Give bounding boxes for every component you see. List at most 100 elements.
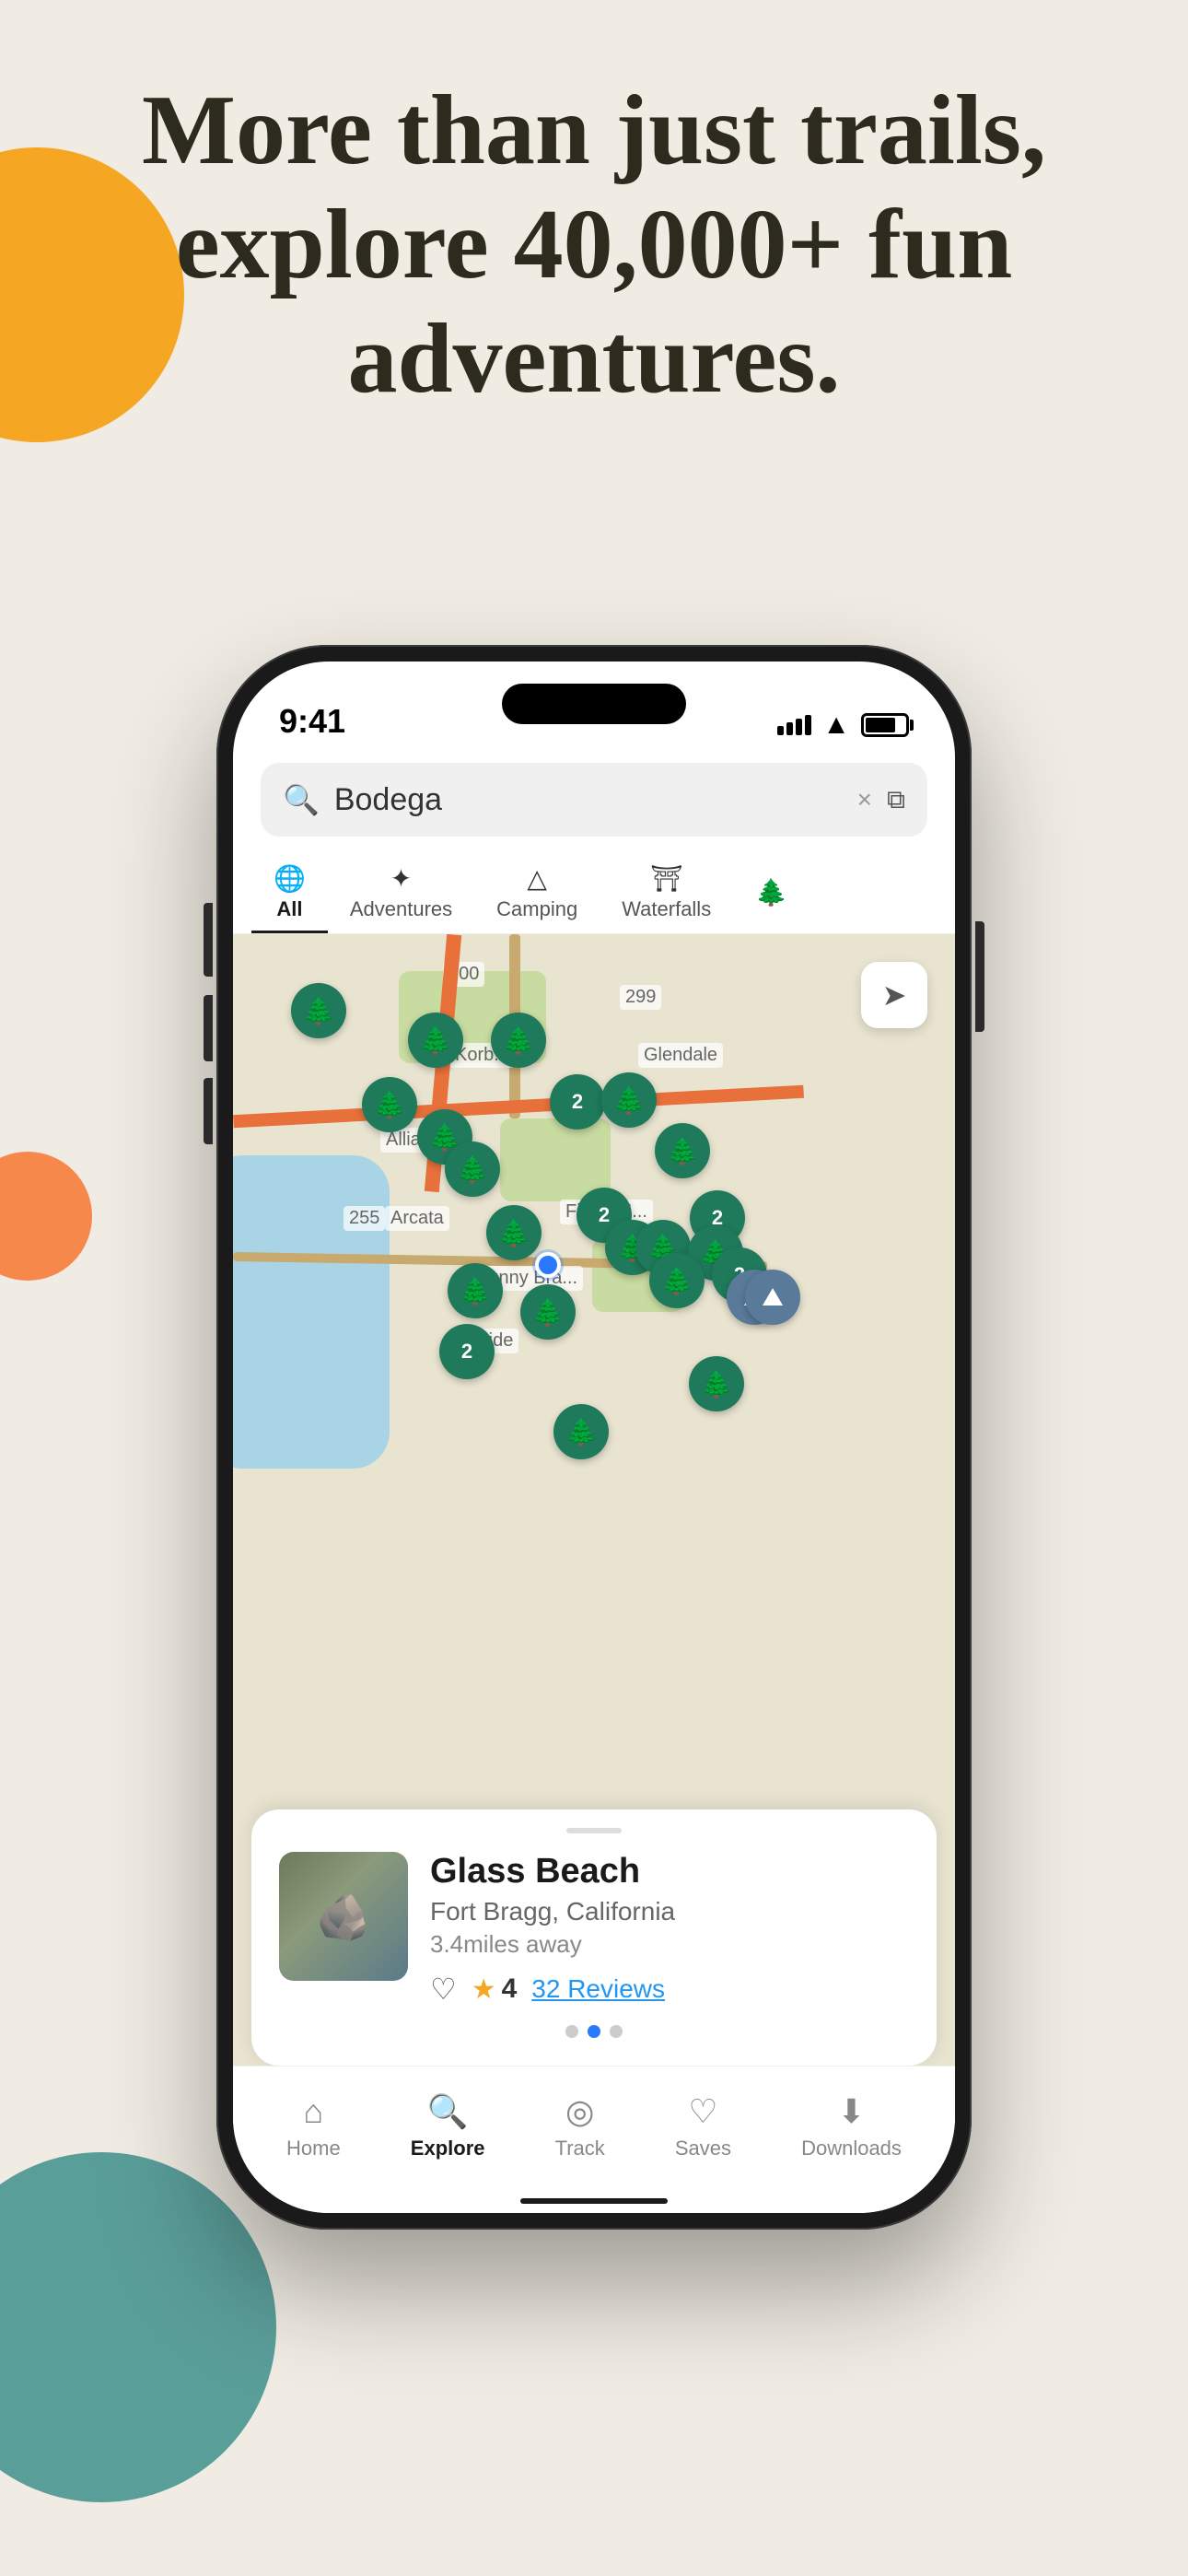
tab-adventures-icon: ✦ [390, 863, 412, 894]
silent-switch [204, 912, 213, 960]
drag-handle [566, 1828, 622, 1833]
bottom-navigation: ⌂ Home 🔍 Explore ◎ Track ♡ Saves ⬇ Do [233, 2066, 955, 2213]
location-icon: ➤ [882, 978, 907, 1013]
star-icon: ★ [472, 1973, 496, 2006]
status-icons: ▲ [777, 709, 909, 741]
status-time: 9:41 [279, 702, 345, 741]
home-icon: ⌂ [304, 2092, 324, 2131]
map-pin-8[interactable]: 🌲 [655, 1123, 710, 1178]
decorative-circle-orange-small [0, 1152, 92, 1281]
tab-camping[interactable]: △ Camping [474, 851, 600, 933]
user-location-dot [535, 1252, 561, 1278]
card-image-inner: 🪨 [279, 1852, 408, 1981]
trail-icon: 🌲 [701, 1369, 733, 1399]
card-rating: ♡ ★ 4 32 Reviews [430, 1972, 909, 2007]
tab-all-label: All [276, 897, 302, 921]
map-pin-7[interactable]: 🌲 [445, 1142, 500, 1197]
map-pin-3[interactable]: 🌲 [491, 1013, 546, 1068]
volume-up-button [204, 995, 213, 1061]
road-label-255: 255 [344, 1206, 385, 1231]
trail-icon: 🌲 [532, 1297, 565, 1328]
dynamic-island [502, 684, 686, 724]
trail-icon: 🌲 [613, 1085, 646, 1116]
tab-adventures[interactable]: ✦ Adventures [328, 851, 474, 933]
place-label-arcata: Arcata [385, 1206, 449, 1231]
map-pin-17[interactable]: 🌲 [553, 1404, 609, 1459]
wifi-icon: ▲ [822, 709, 850, 741]
signal-bar-2 [786, 722, 793, 735]
explore-icon: 🔍 [427, 2092, 469, 2131]
signal-bar-3 [796, 719, 802, 735]
hero-title: More than just trails, explore 40,000+ f… [55, 74, 1133, 417]
star-rating: ★ 4 [472, 1973, 518, 2006]
tab-adventures-label: Adventures [350, 897, 452, 921]
map-pin-16[interactable]: 🌲 [689, 1356, 744, 1411]
reviews-link[interactable]: 32 Reviews [531, 1974, 665, 2004]
location-button[interactable]: ➤ [861, 962, 927, 1028]
card-info: Glass Beach Fort Bragg, California 3.4mi… [430, 1852, 909, 2007]
signal-bar-4 [805, 715, 811, 735]
save-button[interactable]: ♡ [430, 1972, 457, 2007]
road-label-299: 299 [620, 985, 661, 1010]
nav-explore-label: Explore [411, 2137, 485, 2160]
trail-icon: 🌲 [661, 1266, 693, 1296]
trail-icon: 🌲 [303, 996, 335, 1026]
trail-icon: 🌲 [420, 1025, 452, 1056]
search-clear-button[interactable]: × [857, 785, 872, 814]
map-cluster-5[interactable]: 2 [439, 1324, 495, 1379]
pagination-dots [279, 2025, 909, 2038]
search-filter-button[interactable]: ⧉ [887, 785, 905, 815]
card-subtitle: Fort Bragg, California [430, 1897, 909, 1926]
map-pin-5[interactable]: 🌲 [601, 1072, 657, 1128]
nav-saves-label: Saves [675, 2137, 731, 2160]
battery-fill [866, 718, 895, 732]
hero-section: More than just trails, explore 40,000+ f… [0, 74, 1188, 417]
search-input[interactable]: Bodega [334, 782, 857, 818]
tab-all[interactable]: 🌐 All [251, 851, 328, 933]
map-pin-4[interactable]: 🌲 [362, 1077, 417, 1132]
nav-item-saves[interactable]: ♡ Saves [675, 2092, 731, 2160]
card-image: 🪨 [279, 1852, 408, 1981]
map-pin-2[interactable]: 🌲 [408, 1013, 463, 1068]
trail-icon: 🌲 [457, 1154, 489, 1185]
phone-frame: 9:41 ▲ 🔍 Bodega [216, 645, 972, 2230]
map-pin-15[interactable]: 🌲 [520, 1284, 576, 1340]
trail-icon: 🌲 [498, 1218, 530, 1248]
search-bar[interactable]: 🔍 Bodega × ⧉ [261, 763, 927, 837]
battery-icon [861, 713, 909, 737]
tab-scenic-icon: 🌲 [755, 877, 787, 907]
nav-track-label: Track [555, 2137, 605, 2160]
nav-item-explore[interactable]: 🔍 Explore [411, 2092, 485, 2160]
nav-downloads-label: Downloads [801, 2137, 902, 2160]
tab-camping-label: Camping [496, 897, 577, 921]
map-cluster-1[interactable]: 2 [550, 1074, 605, 1130]
place-card[interactable]: 🪨 Glass Beach Fort Bragg, California 3.4… [251, 1809, 937, 2066]
map-pin-mountain-2[interactable]: ⛰ [745, 1270, 800, 1325]
rating-number: 4 [502, 1973, 518, 2005]
track-icon: ◎ [565, 2092, 594, 2131]
tab-waterfalls-label: Waterfalls [622, 897, 711, 921]
trail-icon: 🌲 [460, 1276, 492, 1306]
phone-screen: 9:41 ▲ 🔍 Bodega [233, 662, 955, 2213]
tab-waterfalls[interactable]: ⛩ Waterfalls [600, 851, 733, 933]
nav-item-downloads[interactable]: ⬇ Downloads [801, 2092, 902, 2160]
search-icon: 🔍 [283, 782, 320, 817]
tab-scenic[interactable]: 🌲 [733, 851, 809, 933]
nav-item-track[interactable]: ◎ Track [555, 2092, 605, 2160]
map-pin-13[interactable]: 🌲 [649, 1253, 705, 1308]
map-pin-1[interactable]: 🌲 [291, 983, 346, 1038]
pagination-dot-1 [565, 2025, 578, 2038]
trail-icon: 🌲 [503, 1025, 535, 1056]
saves-icon: ♡ [688, 2092, 717, 2131]
trail-icon: 🌲 [565, 1417, 598, 1447]
tab-waterfalls-icon: ⛩ [650, 863, 683, 894]
map-pin-9[interactable]: 🌲 [486, 1205, 542, 1260]
map-pin-14[interactable]: 🌲 [448, 1263, 503, 1318]
card-distance: 3.4miles away [430, 1930, 909, 1959]
nav-item-home[interactable]: ⌂ Home [286, 2092, 341, 2160]
signal-bars-icon [777, 715, 811, 735]
phone-mockup: 9:41 ▲ 🔍 Bodega [216, 645, 972, 2230]
trail-icon: 🌲 [667, 1136, 699, 1166]
downloads-icon: ⬇ [837, 2092, 865, 2131]
trail-icon: 🌲 [374, 1090, 406, 1120]
